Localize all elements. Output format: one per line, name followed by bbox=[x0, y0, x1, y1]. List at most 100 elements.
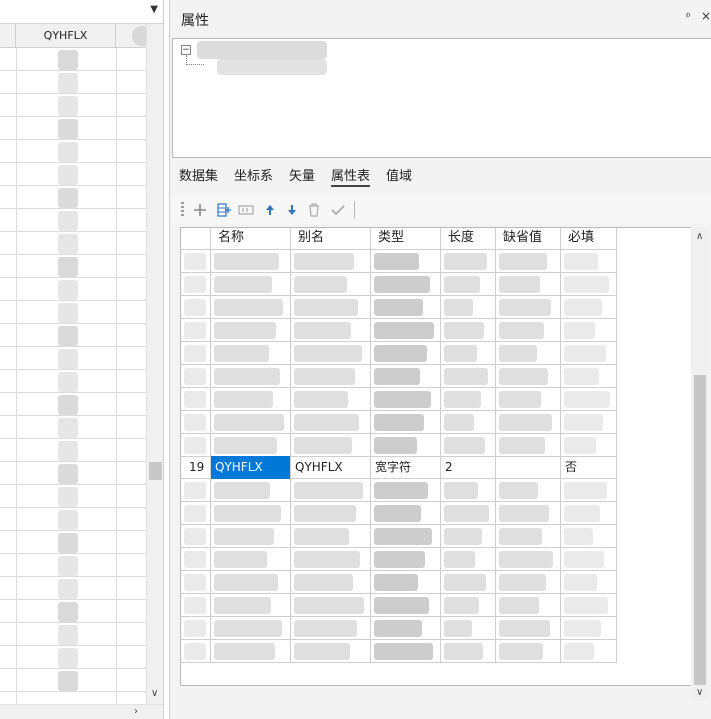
table-row[interactable] bbox=[181, 617, 617, 640]
table-row[interactable] bbox=[181, 479, 617, 502]
field-default-cell[interactable] bbox=[496, 456, 561, 479]
redacted-cell bbox=[58, 441, 78, 461]
table-row[interactable] bbox=[181, 250, 617, 273]
tab-attribute-table[interactable]: 属性表 bbox=[331, 165, 371, 187]
table-row-selected[interactable]: 19 QYHFLX QYHFLX 宽字符 2 否 bbox=[181, 456, 617, 479]
redacted-value bbox=[499, 597, 539, 614]
redacted-value bbox=[184, 551, 206, 568]
table-row[interactable] bbox=[181, 319, 617, 342]
tab-domain[interactable]: 值域 bbox=[386, 165, 412, 184]
field-alias-cell[interactable]: QYHFLX bbox=[291, 456, 371, 479]
table-row[interactable] bbox=[181, 388, 617, 411]
redacted-value bbox=[294, 620, 357, 637]
redacted-value bbox=[444, 505, 489, 522]
row-header-corner[interactable] bbox=[181, 228, 211, 250]
redacted-value bbox=[214, 437, 277, 454]
field-required-cell[interactable]: 否 bbox=[561, 456, 617, 479]
table-row[interactable] bbox=[181, 296, 617, 319]
left-vertical-scrollbar[interactable]: ∨ bbox=[146, 24, 163, 704]
delete-icon[interactable] bbox=[304, 200, 324, 220]
table-row[interactable] bbox=[181, 548, 617, 571]
table-row[interactable] bbox=[181, 594, 617, 617]
table-vertical-scrollbar[interactable]: ∧ ∨ bbox=[691, 227, 709, 701]
redacted-cell bbox=[58, 211, 78, 231]
close-icon[interactable]: × bbox=[701, 9, 711, 23]
toolbar-separator bbox=[354, 201, 355, 219]
column-header-required[interactable]: 必填 bbox=[561, 228, 617, 250]
redacted-value bbox=[214, 620, 282, 637]
add-icon[interactable] bbox=[190, 200, 210, 220]
redacted-value bbox=[374, 505, 421, 522]
table-row[interactable] bbox=[181, 411, 617, 434]
tab-coordinate-system[interactable]: 坐标系 bbox=[234, 165, 273, 184]
column-header-name[interactable]: 名称 bbox=[211, 228, 291, 250]
redacted-cell bbox=[58, 533, 78, 553]
redacted-cell bbox=[58, 142, 78, 162]
redacted-value bbox=[499, 620, 550, 637]
table-row[interactable] bbox=[181, 342, 617, 365]
dropdown-arrow-icon[interactable]: ▼ bbox=[150, 4, 158, 15]
redacted-value bbox=[564, 482, 607, 499]
field-type-cell[interactable]: 宽字符 bbox=[371, 456, 441, 479]
toolbar-grip[interactable] bbox=[181, 202, 184, 218]
redacted-value bbox=[294, 299, 358, 316]
redacted-value bbox=[294, 253, 354, 270]
redacted-cell bbox=[58, 418, 78, 438]
table-row[interactable] bbox=[181, 571, 617, 594]
redacted-value bbox=[184, 253, 206, 270]
field-length-cell[interactable]: 2 bbox=[441, 456, 496, 479]
redacted-value bbox=[374, 643, 433, 660]
field-name-cell[interactable]: QYHFLX bbox=[211, 456, 291, 479]
column-header-qyhflx[interactable]: QYHFLX bbox=[16, 24, 116, 48]
redacted-value bbox=[294, 391, 348, 408]
move-up-icon[interactable] bbox=[260, 200, 280, 220]
table-row[interactable] bbox=[181, 502, 617, 525]
left-header-cell[interactable] bbox=[0, 24, 16, 48]
table-row[interactable] bbox=[181, 434, 617, 457]
column-header-default[interactable]: 缺省值 bbox=[496, 228, 561, 250]
table-row[interactable] bbox=[181, 273, 617, 296]
scroll-up-icon[interactable]: ∧ bbox=[696, 231, 703, 242]
redacted-cell bbox=[58, 602, 78, 622]
property-tabs: 数据集 坐标系 矢量 属性表 值域 bbox=[170, 160, 711, 188]
scrollbar-thumb[interactable] bbox=[694, 375, 706, 685]
tab-vector[interactable]: 矢量 bbox=[289, 165, 315, 184]
column-header-length[interactable]: 长度 bbox=[441, 228, 496, 250]
redacted-value bbox=[499, 643, 543, 660]
table-row[interactable] bbox=[181, 525, 617, 548]
redacted-cell bbox=[58, 395, 78, 415]
redacted-value bbox=[374, 391, 431, 408]
collapse-icon[interactable]: − bbox=[181, 45, 191, 55]
redacted-value bbox=[214, 322, 276, 339]
move-down-icon[interactable] bbox=[282, 200, 302, 220]
attribute-toolbar bbox=[172, 196, 711, 224]
scroll-right-icon[interactable]: › bbox=[134, 706, 138, 717]
column-header-alias[interactable]: 别名 bbox=[291, 228, 371, 250]
insert-field-icon[interactable] bbox=[214, 200, 234, 220]
tree-node-child[interactable] bbox=[217, 59, 327, 75]
redacted-value bbox=[444, 597, 479, 614]
tab-dataset[interactable]: 数据集 bbox=[179, 165, 218, 184]
column-header-type[interactable]: 类型 bbox=[371, 228, 441, 250]
redacted-value bbox=[184, 574, 206, 591]
left-horizontal-scrollbar[interactable]: › bbox=[0, 704, 163, 719]
table-row[interactable] bbox=[181, 640, 617, 663]
scrollbar-thumb[interactable] bbox=[149, 462, 162, 480]
redacted-value bbox=[499, 551, 553, 568]
redacted-value bbox=[564, 551, 604, 568]
redacted-value bbox=[184, 345, 206, 362]
scroll-down-icon[interactable]: ∨ bbox=[151, 688, 158, 699]
tree-node-root[interactable] bbox=[197, 41, 327, 59]
redacted-value bbox=[564, 276, 609, 293]
pin-icon[interactable]: ᵖ bbox=[686, 10, 691, 23]
table-row[interactable] bbox=[181, 365, 617, 388]
redacted-value bbox=[184, 414, 206, 431]
scroll-down-icon[interactable]: ∨ bbox=[696, 687, 703, 698]
redacted-value bbox=[294, 345, 362, 362]
redacted-value bbox=[374, 437, 417, 454]
rename-field-icon[interactable] bbox=[236, 200, 256, 220]
redacted-value bbox=[184, 299, 206, 316]
redacted-cell bbox=[58, 579, 78, 599]
apply-icon[interactable] bbox=[328, 200, 348, 220]
redacted-value bbox=[294, 574, 353, 591]
